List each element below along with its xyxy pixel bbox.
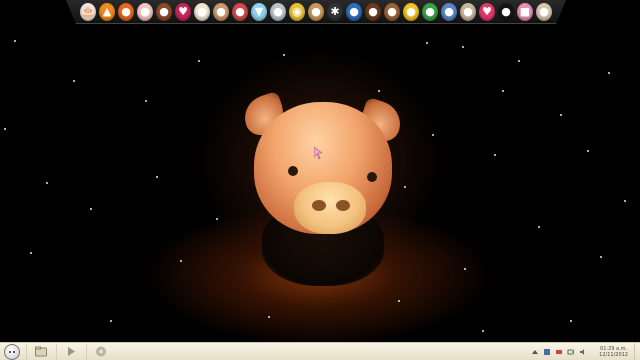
cat-icon[interactable]: ● xyxy=(460,2,476,21)
cake-slice-icon[interactable]: ● xyxy=(156,2,172,21)
cookie-icon[interactable]: ● xyxy=(308,2,324,21)
cupcake-icon[interactable]: ● xyxy=(137,2,153,21)
star xyxy=(518,60,520,62)
star xyxy=(14,40,16,42)
chrome-icon[interactable]: ◉ xyxy=(289,2,305,21)
star xyxy=(110,320,112,322)
coffee-bean-icon[interactable]: ● xyxy=(365,2,381,21)
clock[interactable]: 01:29 a.m. 12/11/2012 xyxy=(599,346,628,358)
soot-sprite-icon[interactable]: ● xyxy=(498,2,514,21)
globe-icon[interactable]: ● xyxy=(441,2,457,21)
app-circle-icon xyxy=(95,346,106,357)
star xyxy=(378,90,380,92)
star xyxy=(283,54,285,56)
clock-date: 12/11/2012 xyxy=(599,351,628,358)
star xyxy=(90,208,92,210)
blue-monster-icon[interactable]: ● xyxy=(346,2,362,21)
birthday-cake-icon[interactable]: 🎂 xyxy=(80,2,96,21)
star xyxy=(624,200,626,202)
heart-pink-icon[interactable]: ♥ xyxy=(175,2,191,21)
pig-right-eye xyxy=(367,172,377,182)
star xyxy=(198,60,200,62)
pig-figure xyxy=(239,90,406,296)
star xyxy=(4,128,6,130)
star xyxy=(462,46,464,48)
dock-bar: 🎂 ▲ ● ● ● ♥ ● ● ● ▼ ● ◉ ● ✱ ● ● ● ● ● ● ● ♥ ● ■ ● xyxy=(66,0,566,24)
pig-head xyxy=(254,102,392,234)
taskbar-media-player-button[interactable] xyxy=(56,343,84,360)
star xyxy=(73,80,75,82)
show-desktop-button[interactable] xyxy=(634,342,640,360)
star xyxy=(30,252,32,254)
flag-icon[interactable] xyxy=(543,348,551,356)
folder-icon xyxy=(34,346,47,357)
arrow-up-icon[interactable] xyxy=(531,348,539,356)
play-icon xyxy=(67,347,75,356)
start-button[interactable] xyxy=(0,343,24,360)
star xyxy=(560,114,562,116)
taskbar-app-button[interactable] xyxy=(86,343,114,360)
clock-time: 01:29 a.m. xyxy=(600,345,628,352)
bunny-icon[interactable]: ● xyxy=(194,2,210,21)
star xyxy=(426,42,428,44)
star xyxy=(180,260,182,262)
mushroom-icon[interactable]: ● xyxy=(232,2,248,21)
star xyxy=(268,316,270,318)
star xyxy=(494,154,496,156)
star xyxy=(145,100,147,102)
star xyxy=(587,150,589,152)
cookie-face-icon[interactable]: ● xyxy=(536,2,552,21)
star xyxy=(502,90,504,92)
heart-icon[interactable]: ♥ xyxy=(479,2,495,21)
star xyxy=(216,218,218,220)
pig-snout xyxy=(294,182,366,234)
taskbar-file-explorer-button[interactable] xyxy=(26,343,54,360)
volume-icon[interactable] xyxy=(579,348,587,356)
ice-cream-icon[interactable]: ▼ xyxy=(251,2,267,21)
duck-icon[interactable]: ● xyxy=(403,2,419,21)
bird-icon[interactable]: ● xyxy=(270,2,286,21)
star xyxy=(464,268,466,270)
desktop-wallpaper xyxy=(0,0,640,342)
pig-nostril xyxy=(312,200,326,211)
spider-icon[interactable]: ✱ xyxy=(327,2,343,21)
star xyxy=(482,330,484,332)
system-tray: 01:29 a.m. 12/11/2012 xyxy=(531,346,634,358)
start-orb-icon xyxy=(4,343,20,360)
mouse-cursor-icon xyxy=(314,147,322,159)
orange-creature-icon[interactable]: ● xyxy=(118,2,134,21)
frog-icon[interactable]: ● xyxy=(422,2,438,21)
battery-icon[interactable] xyxy=(567,348,575,356)
star xyxy=(46,182,48,184)
vlc-cone-icon[interactable]: ▲ xyxy=(99,2,115,21)
taskbar: 01:29 a.m. 12/11/2012 xyxy=(0,342,640,360)
star xyxy=(538,226,540,228)
star xyxy=(432,134,434,136)
book-icon[interactable]: ■ xyxy=(517,2,533,21)
pig-left-eye xyxy=(288,166,298,176)
star xyxy=(156,176,158,178)
star xyxy=(600,256,602,258)
acorn-icon[interactable]: ● xyxy=(384,2,400,21)
network-icon[interactable] xyxy=(555,348,563,356)
star xyxy=(570,320,572,322)
star xyxy=(608,72,610,74)
pig-nostril xyxy=(336,200,350,211)
bear-icon[interactable]: ● xyxy=(213,2,229,21)
star xyxy=(398,300,400,302)
